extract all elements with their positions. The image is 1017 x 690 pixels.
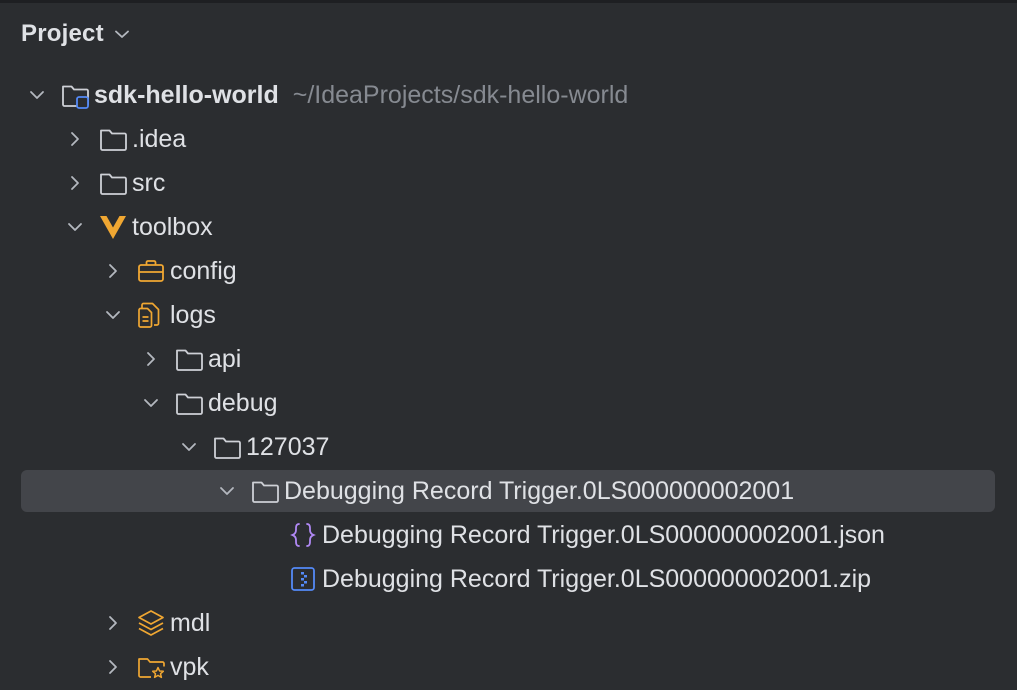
project-view-selector[interactable]: Project xyxy=(21,18,132,50)
log-folder-icon xyxy=(136,300,166,330)
tree-item-label: config xyxy=(170,256,237,285)
tree-item-label: logs xyxy=(170,300,216,329)
tree-item-label: api xyxy=(208,344,242,373)
project-tree: sdk-hello-world ~/IdeaProjects/sdk-hello… xyxy=(0,73,1017,689)
vue-icon xyxy=(98,212,128,242)
root-project-label: sdk-hello-world xyxy=(94,80,279,109)
chevron-right-icon[interactable] xyxy=(100,610,126,636)
tree-item-label: Debugging Record Trigger.0LS000000002001… xyxy=(322,564,872,593)
module-folder-icon xyxy=(60,80,90,110)
tree-item-label: Debugging Record Trigger.0LS000000002001 xyxy=(284,476,795,505)
chevron-down-icon[interactable] xyxy=(138,390,164,416)
chevron-right-icon[interactable] xyxy=(62,170,88,196)
tree-row-src[interactable]: src xyxy=(0,161,1017,205)
folder-icon xyxy=(174,388,204,418)
tree-row-127037[interactable]: 127037 xyxy=(0,425,1017,469)
zip-file-icon xyxy=(288,564,318,594)
layers-icon xyxy=(136,608,166,638)
tree-row-json-file[interactable]: Debugging Record Trigger.0LS000000002001… xyxy=(0,513,1017,557)
chevron-right-icon[interactable] xyxy=(138,346,164,372)
chevron-right-icon[interactable] xyxy=(100,654,126,680)
tree-row-toolbox[interactable]: toolbox xyxy=(0,205,1017,249)
tree-item-label: Debugging Record Trigger.0LS000000002001… xyxy=(322,520,885,549)
chevron-down-icon[interactable] xyxy=(62,214,88,240)
tree-row-vpk[interactable]: vpk xyxy=(0,645,1017,689)
tree-row-debug[interactable]: debug xyxy=(0,381,1017,425)
panel-title: Project xyxy=(21,20,104,47)
tree-item-label: 127037 xyxy=(246,432,330,461)
tree-item-label: mdl xyxy=(170,608,211,637)
folder-icon xyxy=(212,432,242,462)
tree-row-debug-record-folder[interactable]: Debugging Record Trigger.0LS000000002001 xyxy=(0,469,1017,513)
tree-row-zip-file[interactable]: Debugging Record Trigger.0LS000000002001… xyxy=(0,557,1017,601)
star-folder-icon xyxy=(136,652,166,682)
tree-row-config[interactable]: config xyxy=(0,249,1017,293)
chevron-down-icon[interactable] xyxy=(24,82,50,108)
chevron-down-icon[interactable] xyxy=(100,302,126,328)
folder-icon xyxy=(174,344,204,374)
tree-row-root[interactable]: sdk-hello-world ~/IdeaProjects/sdk-hello… xyxy=(0,73,1017,117)
tree-row-idea[interactable]: .idea xyxy=(0,117,1017,161)
root-project-path: ~/IdeaProjects/sdk-hello-world xyxy=(292,80,629,109)
tree-row-mdl[interactable]: mdl xyxy=(0,601,1017,645)
chevron-right-icon[interactable] xyxy=(100,258,126,284)
tree-item-label: src xyxy=(132,168,166,197)
tree-item-label: debug xyxy=(208,388,278,417)
folder-icon xyxy=(250,476,280,506)
chevron-down-icon[interactable] xyxy=(214,478,240,504)
tree-row-api[interactable]: api xyxy=(0,337,1017,381)
folder-icon xyxy=(98,124,128,154)
tree-item-label: toolbox xyxy=(132,212,213,241)
chevron-right-icon[interactable] xyxy=(62,126,88,152)
tree-item-label: .idea xyxy=(132,124,187,153)
folder-icon xyxy=(98,168,128,198)
top-border xyxy=(0,0,1017,3)
chevron-down-icon[interactable] xyxy=(176,434,202,460)
chevron-down-icon[interactable] xyxy=(112,24,132,44)
briefcase-icon xyxy=(136,256,166,286)
json-file-icon xyxy=(288,520,318,550)
tree-item-label: vpk xyxy=(170,652,209,681)
tree-row-logs[interactable]: logs xyxy=(0,293,1017,337)
